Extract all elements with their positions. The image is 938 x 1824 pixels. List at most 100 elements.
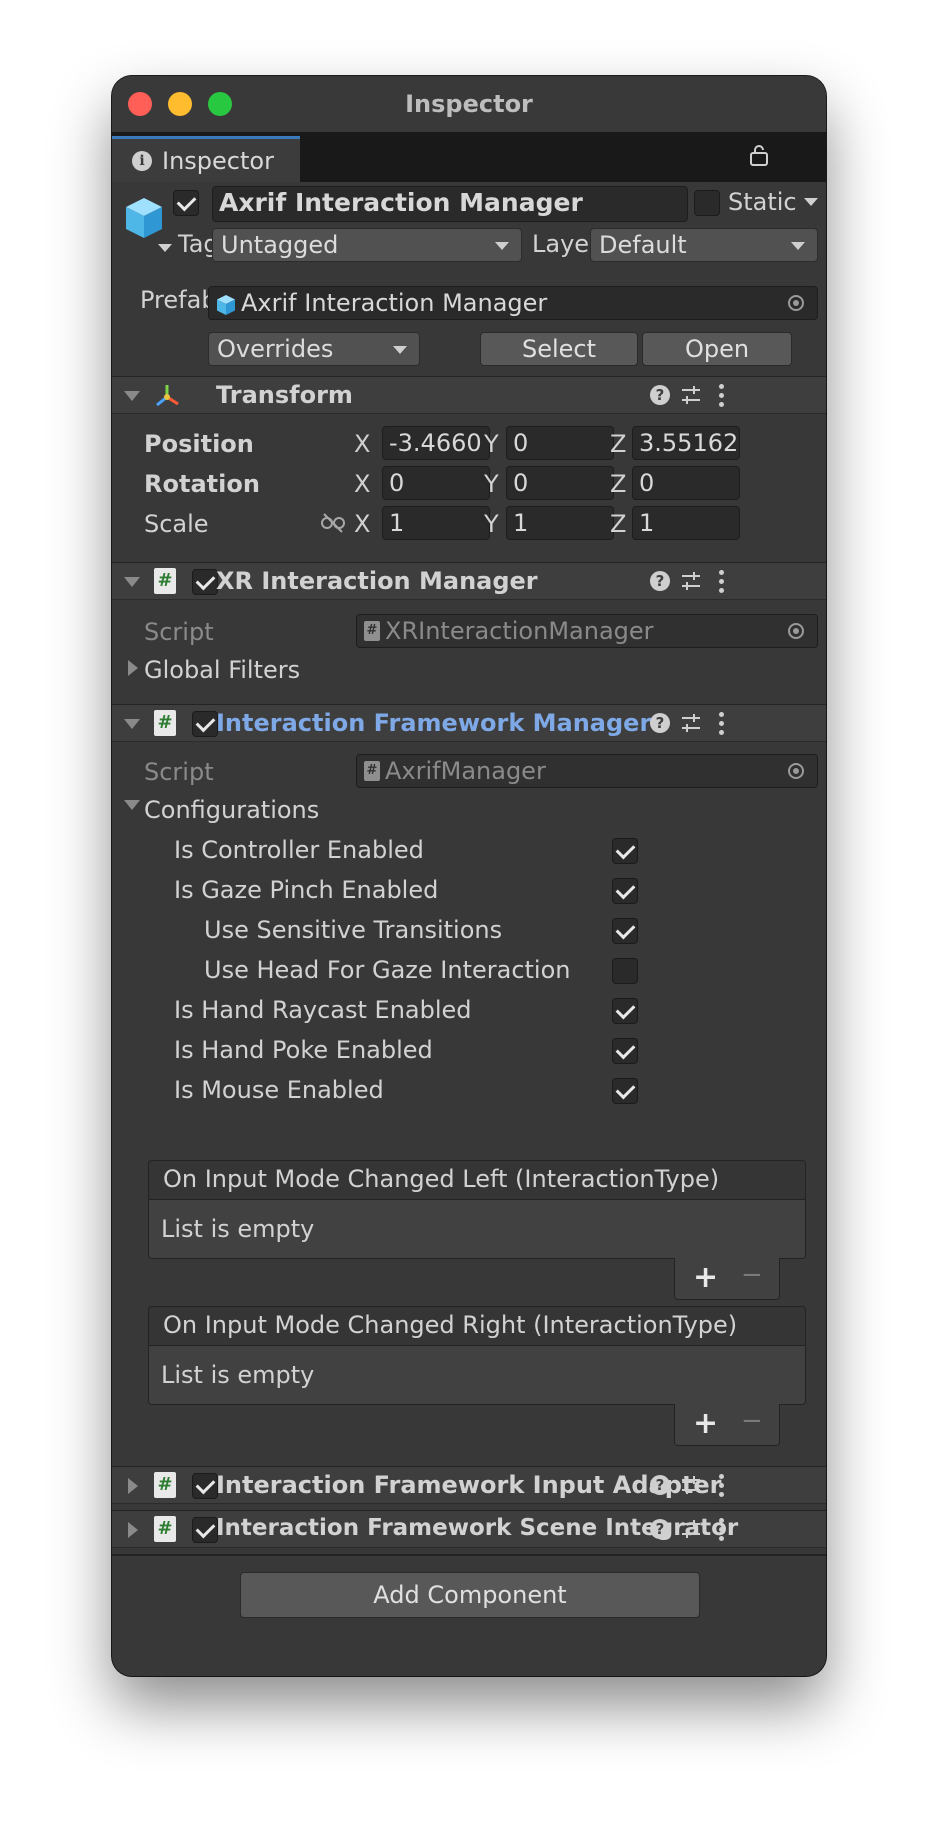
framework-script-label: Script [144, 758, 214, 786]
unlinked-chain-icon[interactable] [320, 512, 346, 534]
input-adapter-header[interactable]: # Interaction Framework Input Adapter ? [112, 1466, 826, 1504]
fold-down-icon[interactable] [124, 391, 140, 401]
event-empty-text: List is empty [149, 1346, 805, 1404]
scene-integrator-header[interactable]: # Interaction Framework Scene Integrator… [112, 1510, 826, 1548]
prefab-field[interactable]: Axrif Interaction Manager [208, 286, 818, 320]
xr-manager-title: XR Interaction Manager [216, 567, 538, 595]
open-button[interactable]: Open [642, 332, 792, 366]
fold-down-icon[interactable] [124, 577, 140, 587]
preset-sliders-icon[interactable] [680, 1518, 702, 1540]
event-empty-text: List is empty [149, 1200, 805, 1258]
fold-down-icon[interactable] [124, 800, 140, 810]
event-right-plus-minus: + − [674, 1404, 780, 1446]
object-picker-icon[interactable] [788, 623, 804, 639]
fold-right-icon[interactable] [128, 660, 138, 676]
is-mouse-enabled-checkbox[interactable] [612, 1078, 638, 1104]
position-x-field[interactable]: -3.4660 [382, 426, 490, 460]
overrides-dropdown[interactable]: Overrides [208, 332, 420, 366]
framework-manager-header[interactable]: # Interaction Framework Manager ? [112, 704, 826, 742]
gameobject-cube-icon[interactable] [124, 196, 164, 240]
option-label: Is Gaze Pinch Enabled [174, 876, 439, 904]
help-icon[interactable]: ? [650, 571, 670, 591]
chevron-down-icon [791, 242, 805, 250]
preset-sliders-icon[interactable] [680, 1474, 702, 1496]
static-dropdown-caret[interactable] [804, 198, 818, 206]
layer-dropdown[interactable]: Default [590, 228, 818, 262]
gameobject-name-field[interactable]: Axrif Interaction Manager [212, 186, 688, 222]
event-left-plus-minus: + − [674, 1258, 780, 1300]
add-listener-button[interactable]: + [693, 1406, 718, 1441]
input-mode-changed-left-event: On Input Mode Changed Left (InteractionT… [148, 1160, 806, 1259]
help-icon[interactable]: ? [650, 1475, 670, 1495]
component-menu-icon[interactable] [718, 1518, 724, 1542]
fold-right-icon[interactable] [128, 1478, 138, 1494]
lock-icon[interactable] [750, 144, 768, 170]
use-head-for-gaze-checkbox[interactable] [612, 958, 638, 984]
framework-manager-enabled-checkbox[interactable] [192, 711, 218, 737]
event-title: On Input Mode Changed Right (Interaction… [149, 1307, 805, 1346]
position-y-field[interactable]: 0 [506, 426, 614, 460]
xr-script-field: XRInteractionManager [356, 614, 818, 648]
xr-interaction-manager-header[interactable]: # XR Interaction Manager ? [112, 562, 826, 600]
fold-down-icon[interactable] [124, 719, 140, 729]
event-title: On Input Mode Changed Left (InteractionT… [149, 1161, 805, 1200]
is-gaze-pinch-enabled-checkbox[interactable] [612, 878, 638, 904]
rotation-y-field[interactable]: 0 [506, 466, 614, 500]
add-listener-button[interactable]: + [693, 1260, 718, 1295]
position-z-field[interactable]: 3.55162 [632, 426, 740, 460]
chevron-down-icon [495, 242, 509, 250]
tab-label: Inspector [162, 147, 274, 175]
framework-manager-title: Interaction Framework Manager [216, 709, 652, 737]
preset-sliders-icon[interactable] [680, 712, 702, 734]
add-component-button[interactable]: Add Component [240, 1572, 700, 1618]
preset-sliders-icon[interactable] [680, 570, 702, 592]
is-hand-raycast-enabled-checkbox[interactable] [612, 998, 638, 1024]
remove-listener-button[interactable]: − [741, 1260, 763, 1290]
rotation-x-field[interactable]: 0 [382, 466, 490, 500]
object-picker-icon[interactable] [788, 295, 804, 311]
tab-inspector[interactable]: i Inspector [112, 136, 300, 182]
xr-manager-enabled-checkbox[interactable] [192, 569, 218, 595]
position-z-label: Z [610, 430, 627, 458]
icon-dropdown-caret[interactable] [158, 244, 172, 252]
scale-z-field[interactable]: 1 [632, 506, 740, 540]
component-menu-icon[interactable] [718, 1474, 724, 1498]
input-adapter-enabled-checkbox[interactable] [192, 1473, 218, 1499]
tag-value: Untagged [221, 231, 339, 259]
layer-label: Layer [532, 230, 599, 258]
tag-dropdown[interactable]: Untagged [212, 228, 522, 262]
use-sensitive-transitions-checkbox[interactable] [612, 918, 638, 944]
configurations-label[interactable]: Configurations [144, 796, 319, 824]
option-label: Is Hand Poke Enabled [174, 1036, 433, 1064]
prefab-cube-icon [216, 294, 236, 316]
help-icon[interactable]: ? [650, 385, 670, 405]
select-button[interactable]: Select [480, 332, 638, 366]
is-controller-enabled-checkbox[interactable] [612, 838, 638, 864]
transform-title: Transform [216, 381, 353, 409]
scene-integrator-enabled-checkbox[interactable] [192, 1517, 218, 1543]
static-label: Static [728, 188, 797, 216]
gameobject-active-checkbox[interactable] [173, 190, 199, 216]
rotation-z-field[interactable]: 0 [632, 466, 740, 500]
help-icon[interactable]: ? [650, 1519, 670, 1539]
transform-header[interactable]: Transform ? [112, 376, 826, 414]
object-picker-icon[interactable] [788, 763, 804, 779]
component-menu-icon[interactable] [718, 712, 724, 736]
static-checkbox[interactable] [694, 190, 720, 216]
component-menu-icon[interactable] [718, 570, 724, 594]
window-title: Inspector [405, 90, 533, 118]
remove-listener-button[interactable]: − [741, 1406, 763, 1436]
scale-x-field[interactable]: 1 [382, 506, 490, 540]
scale-y-field[interactable]: 1 [506, 506, 614, 540]
tab-bar: i Inspector [112, 132, 826, 182]
scale-y-label: Y [484, 510, 499, 538]
global-filters-label[interactable]: Global Filters [144, 656, 300, 684]
is-hand-poke-enabled-checkbox[interactable] [612, 1038, 638, 1064]
rotation-label: Rotation [144, 470, 260, 498]
component-menu-icon[interactable] [718, 384, 724, 408]
preset-sliders-icon[interactable] [680, 384, 702, 406]
fold-right-icon[interactable] [128, 1522, 138, 1538]
help-icon[interactable]: ? [650, 713, 670, 733]
script-icon: # [154, 1516, 176, 1542]
layer-value: Default [599, 231, 687, 259]
